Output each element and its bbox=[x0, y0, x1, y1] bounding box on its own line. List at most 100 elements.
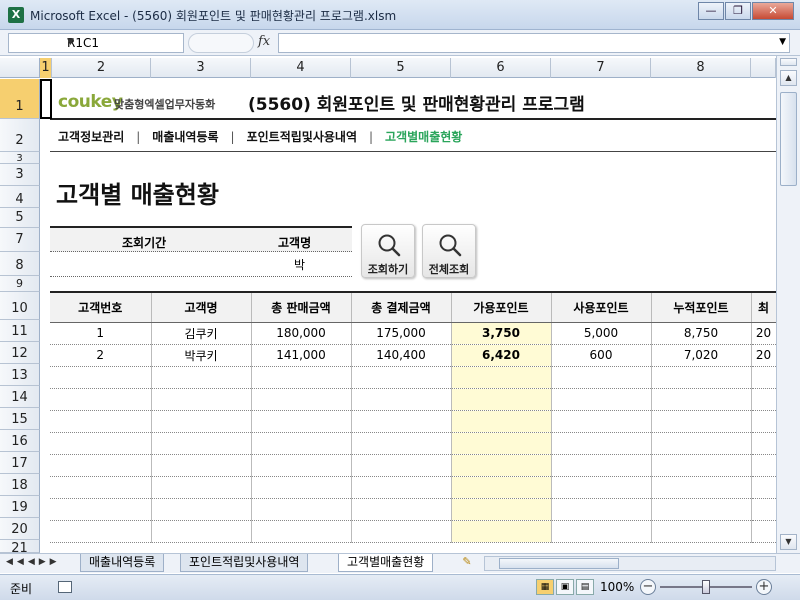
page-break-icon[interactable]: ▤ bbox=[576, 579, 594, 595]
row-header[interactable]: 3 bbox=[0, 152, 40, 164]
table-cell[interactable] bbox=[551, 454, 652, 477]
table-cell[interactable] bbox=[651, 520, 752, 543]
table-cell[interactable] bbox=[351, 366, 452, 389]
row-header[interactable]: 10 bbox=[0, 292, 40, 320]
table-row[interactable]: 2 박쿠키 141,000 140,400 6,420 600 7,020 20 bbox=[50, 344, 777, 367]
table-cell[interactable] bbox=[251, 410, 352, 433]
table-cell[interactable] bbox=[451, 520, 552, 543]
table-cell[interactable] bbox=[451, 498, 552, 521]
table-cell[interactable] bbox=[50, 454, 152, 477]
table-cell[interactable] bbox=[551, 410, 652, 433]
table-cell[interactable] bbox=[151, 498, 252, 521]
sheet-tab-customer-sales[interactable]: 고객별매출현황 bbox=[338, 554, 434, 572]
row-header[interactable]: 7 bbox=[0, 228, 40, 252]
row-header[interactable]: 16 bbox=[0, 430, 40, 452]
column-header-total-sales[interactable]: 총 판매금액 bbox=[251, 291, 352, 323]
row-header[interactable]: 8 bbox=[0, 252, 40, 276]
table-cell[interactable] bbox=[751, 432, 777, 455]
table-cell[interactable] bbox=[451, 432, 552, 455]
column-header-name[interactable]: 고객명 bbox=[151, 291, 252, 323]
view-all-button[interactable]: 전체조회 bbox=[422, 224, 476, 278]
row-header[interactable]: 1 bbox=[0, 79, 40, 119]
customer-name-field[interactable]: 박 bbox=[294, 256, 305, 273]
cell-recent[interactable]: 20 bbox=[751, 322, 777, 345]
macro-record-icon[interactable] bbox=[58, 581, 72, 593]
table-cell[interactable] bbox=[651, 366, 752, 389]
row-header[interactable]: 5 bbox=[0, 208, 40, 228]
table-cell[interactable] bbox=[50, 520, 152, 543]
table-cell[interactable] bbox=[551, 498, 652, 521]
row-header[interactable]: 20 bbox=[0, 518, 40, 540]
cell-name[interactable]: 박쿠키 bbox=[151, 344, 252, 367]
table-cell[interactable] bbox=[551, 476, 652, 499]
cell-total-paid[interactable]: 175,000 bbox=[351, 322, 452, 345]
row-header[interactable]: 9 bbox=[0, 276, 40, 292]
row-header[interactable]: 12 bbox=[0, 342, 40, 364]
column-header-available-points[interactable]: 가용포인트 bbox=[451, 291, 552, 323]
row-header[interactable]: 3 bbox=[0, 164, 40, 186]
table-cell[interactable] bbox=[351, 410, 452, 433]
row-header[interactable]: 4 bbox=[0, 186, 40, 208]
insert-function-icon[interactable]: fx bbox=[258, 34, 270, 49]
table-cell[interactable] bbox=[251, 454, 352, 477]
horizontal-scrollbar[interactable] bbox=[484, 556, 776, 571]
row-header[interactable]: 17 bbox=[0, 452, 40, 474]
zoom-out-button[interactable]: − bbox=[640, 579, 656, 595]
table-cell[interactable] bbox=[351, 432, 452, 455]
table-cell[interactable] bbox=[451, 388, 552, 411]
table-row[interactable] bbox=[50, 366, 777, 389]
table-cell[interactable] bbox=[651, 388, 752, 411]
expand-formula-icon[interactable]: ▼ bbox=[779, 37, 786, 47]
insert-sheet-icon[interactable]: ✎ bbox=[458, 555, 476, 571]
column-header[interactable]: 8 bbox=[651, 58, 751, 78]
table-cell[interactable] bbox=[351, 454, 452, 477]
cell-id[interactable]: 2 bbox=[50, 344, 152, 367]
table-row[interactable] bbox=[50, 410, 777, 433]
column-header[interactable]: 4 bbox=[251, 58, 351, 78]
column-header-accumulated-points[interactable]: 누적포인트 bbox=[651, 291, 752, 323]
table-cell[interactable] bbox=[251, 498, 352, 521]
column-header[interactable]: 2 bbox=[52, 58, 151, 78]
cell-name[interactable]: 김쿠키 bbox=[151, 322, 252, 345]
row-header[interactable]: 14 bbox=[0, 386, 40, 408]
table-cell[interactable] bbox=[651, 498, 752, 521]
row-header[interactable]: 11 bbox=[0, 320, 40, 342]
split-handle[interactable] bbox=[780, 58, 797, 66]
excel-app-icon[interactable]: X bbox=[8, 7, 24, 23]
table-cell[interactable] bbox=[751, 520, 777, 543]
select-all-corner[interactable] bbox=[0, 58, 40, 78]
table-cell[interactable] bbox=[651, 410, 752, 433]
nav-customer-info[interactable]: 고객정보관리 bbox=[58, 128, 124, 145]
scroll-up-button[interactable]: ▲ bbox=[780, 70, 797, 86]
column-header[interactable]: 7 bbox=[551, 58, 651, 78]
column-header[interactable]: 3 bbox=[151, 58, 251, 78]
table-cell[interactable] bbox=[50, 410, 152, 433]
horizontal-scroll-thumb[interactable] bbox=[499, 558, 619, 569]
nav-customer-sales[interactable]: 고객별매출현황 bbox=[385, 128, 462, 145]
nav-points-history[interactable]: 포인트적립및사용내역 bbox=[247, 128, 357, 145]
nav-sales-entry[interactable]: 매출내역등록 bbox=[152, 128, 218, 145]
cell-used-points[interactable]: 5,000 bbox=[551, 322, 652, 345]
cell-available-points[interactable]: 3,750 bbox=[451, 322, 552, 345]
restore-button[interactable]: ❐ bbox=[725, 2, 751, 20]
column-header[interactable]: 5 bbox=[351, 58, 451, 78]
column-header[interactable]: 6 bbox=[451, 58, 551, 78]
table-cell[interactable] bbox=[551, 432, 652, 455]
table-cell[interactable] bbox=[151, 432, 252, 455]
cell-accumulated-points[interactable]: 8,750 bbox=[651, 322, 752, 345]
formula-input[interactable]: ▼ bbox=[278, 33, 790, 53]
search-button[interactable]: 조회하기 bbox=[361, 224, 415, 278]
sheet-tab-points-history[interactable]: 포인트적립및사용내역 bbox=[180, 554, 309, 572]
cell-id[interactable]: 1 bbox=[50, 322, 152, 345]
row-header[interactable]: 18 bbox=[0, 474, 40, 496]
table-cell[interactable] bbox=[251, 432, 352, 455]
table-cell[interactable] bbox=[151, 410, 252, 433]
column-header-recent[interactable]: 최 bbox=[751, 291, 777, 323]
column-header-used-points[interactable]: 사용포인트 bbox=[551, 291, 652, 323]
table-cell[interactable] bbox=[251, 520, 352, 543]
zoom-in-button[interactable]: + bbox=[756, 579, 772, 595]
table-row[interactable]: 1 김쿠키 180,000 175,000 3,750 5,000 8,750 … bbox=[50, 322, 777, 345]
table-row[interactable] bbox=[50, 388, 777, 411]
table-row[interactable] bbox=[50, 454, 777, 477]
table-cell[interactable] bbox=[251, 476, 352, 499]
